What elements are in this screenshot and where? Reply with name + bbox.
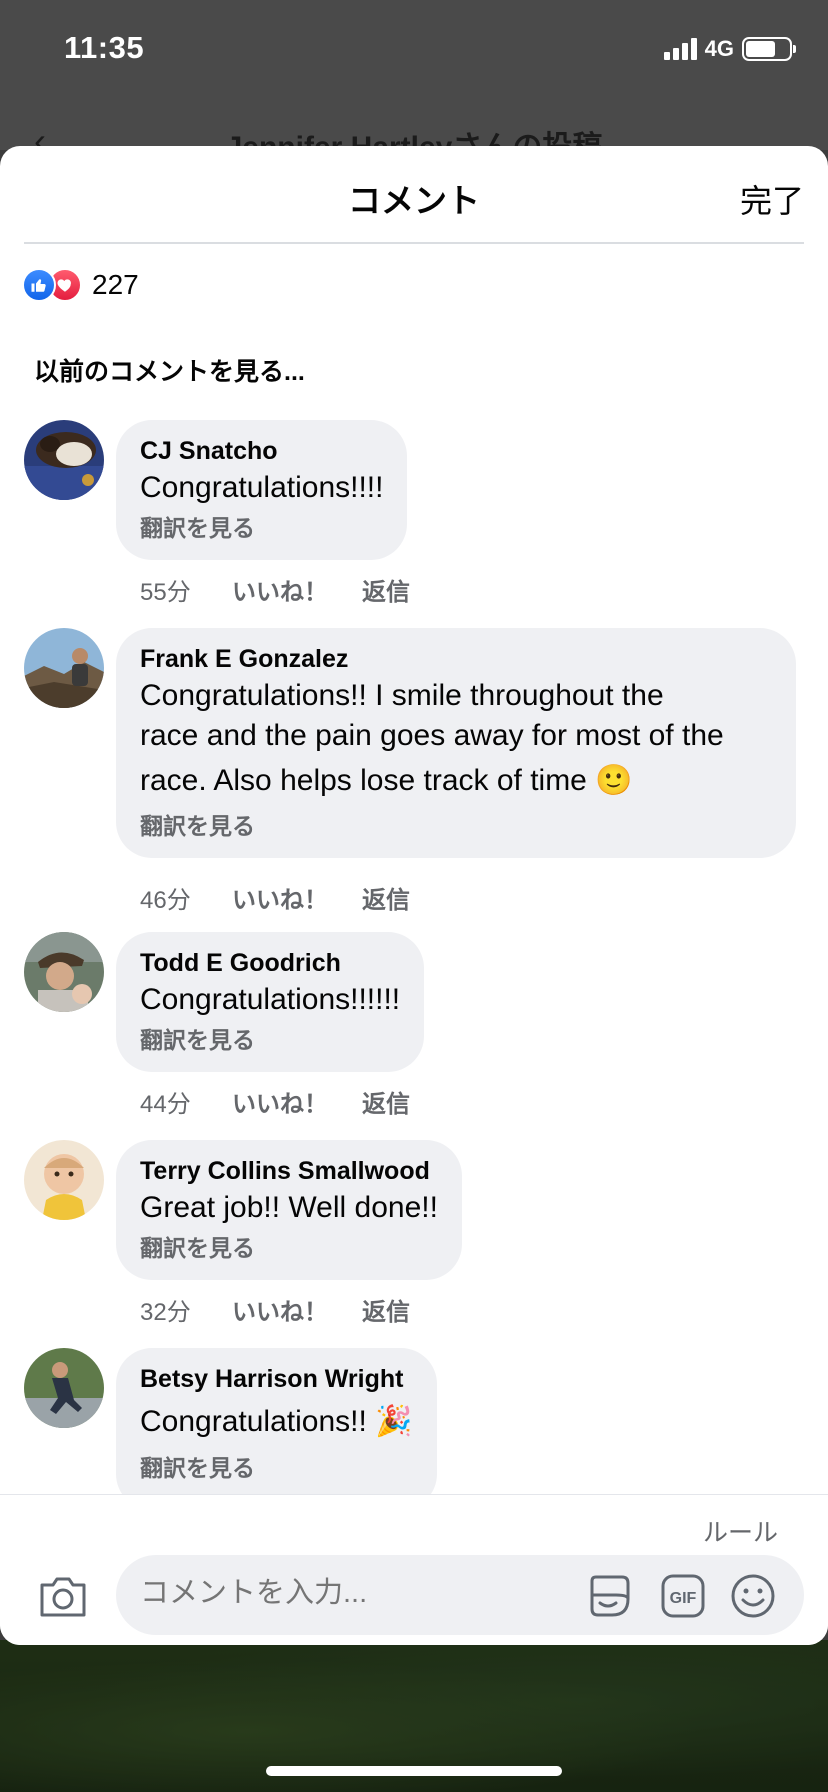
comment-actions: 32分 いいね！ 返信 — [140, 1292, 410, 1327]
view-previous-comments-link[interactable]: 以前のコメントを見る... — [34, 352, 305, 388]
battery-icon — [742, 37, 796, 61]
done-button[interactable]: 完了 — [740, 176, 804, 222]
avatar[interactable] — [24, 1348, 104, 1428]
sheet-header: コメント 完了 — [24, 146, 804, 244]
comment-text: Congratulations!! 🎉 — [140, 1405, 413, 1438]
commenter-name[interactable]: CJ Snatcho — [140, 434, 383, 468]
comment-bubble[interactable]: Todd E Goodrich Congratulations!!!!!! 翻訳… — [116, 932, 425, 1072]
avatar[interactable] — [24, 932, 104, 1012]
background-nav: ‹ Jennifer Hartleyさんの投稿 — [0, 110, 828, 164]
home-indicator[interactable] — [266, 1766, 562, 1776]
reply-button[interactable]: 返信 — [362, 1084, 410, 1119]
avatar[interactable] — [24, 628, 104, 708]
gif-icon[interactable]: GIF — [660, 1573, 706, 1619]
commenter-name[interactable]: Frank E Gonzalez — [140, 642, 772, 676]
see-translation-link[interactable]: 翻訳を見る — [140, 1022, 400, 1058]
reaction-count: 227 — [92, 269, 139, 300]
emoji-icon[interactable] — [730, 1573, 776, 1619]
status-time: 11:35 — [64, 30, 145, 65]
like-button[interactable]: いいね！ — [232, 1292, 362, 1327]
reply-button[interactable]: 返信 — [362, 1292, 410, 1327]
svg-text:GIF: GIF — [670, 1590, 697, 1607]
comment-actions: 44分 いいね！ 返信 — [140, 1084, 410, 1119]
see-translation-link[interactable]: 翻訳を見る — [140, 1450, 413, 1486]
commenter-name[interactable]: Betsy Harrison Wright — [140, 1362, 413, 1396]
avatar[interactable] — [24, 420, 104, 500]
comment-text: race and the pain goes away for most of … — [140, 719, 724, 752]
signal-icon — [663, 38, 697, 60]
comment-text: Great job!! Well done!! — [140, 1191, 438, 1224]
commenter-name[interactable]: Todd E Goodrich — [140, 946, 400, 980]
comment-text: race. Also helps lose track of time 🙂 — [140, 764, 633, 797]
sticker-icon[interactable] — [586, 1573, 632, 1619]
status-icons: 4G — [663, 36, 796, 62]
comment-actions: 46分 いいね！ 返信 — [140, 880, 410, 915]
comment-time: 44分 — [140, 1091, 191, 1118]
sheet-title: コメント — [348, 182, 480, 219]
like-icon — [22, 268, 56, 302]
comment-text: Congratulations!! I smile throughout the — [140, 679, 664, 712]
comments-sheet: コメント 完了 227 以前のコメントを見る... CJ Snatcho Con… — [0, 146, 828, 1645]
see-translation-link[interactable]: 翻訳を見る — [140, 1230, 438, 1266]
network-type: 4G — [704, 36, 734, 61]
comment-time: 55分 — [140, 579, 191, 606]
see-translation-link[interactable]: 翻訳を見る — [140, 510, 383, 546]
like-button[interactable]: いいね！ — [232, 880, 362, 915]
comment-composer: ルール GIF — [0, 1494, 828, 1645]
rules-link[interactable]: ルール — [703, 1513, 778, 1549]
reply-button[interactable]: 返信 — [362, 880, 410, 915]
comment-input[interactable] — [140, 1577, 560, 1610]
comment-text: Congratulations!!!! — [140, 471, 384, 504]
avatar[interactable] — [24, 1140, 104, 1220]
comment-time: 46分 — [140, 887, 191, 914]
comment-actions: 55分 いいね！ 返信 — [140, 572, 410, 607]
comment-time: 32分 — [140, 1299, 191, 1326]
comment-text: Congratulations!!!!!! — [140, 983, 401, 1016]
see-translation-link[interactable]: 翻訳を見る — [140, 808, 772, 844]
comment-bubble[interactable]: Frank E Gonzalez Congratulations!! I smi… — [116, 628, 796, 858]
commenter-name[interactable]: Terry Collins Smallwood — [140, 1154, 438, 1188]
reactions-summary[interactable]: 227 — [22, 268, 139, 302]
like-button[interactable]: いいね！ — [232, 1084, 362, 1119]
reply-button[interactable]: 返信 — [362, 572, 410, 607]
comment-input-pill[interactable]: GIF — [116, 1555, 804, 1635]
comment-bubble[interactable]: CJ Snatcho Congratulations!!!! 翻訳を見る — [116, 420, 408, 560]
comment-bubble[interactable]: Betsy Harrison Wright Congratulations!! … — [116, 1348, 437, 1510]
like-button[interactable]: いいね！ — [232, 572, 362, 607]
camera-icon[interactable] — [38, 1575, 88, 1619]
status-bar: 11:35 4G — [0, 0, 828, 100]
comment-bubble[interactable]: Terry Collins Smallwood Great job!! Well… — [116, 1140, 462, 1280]
